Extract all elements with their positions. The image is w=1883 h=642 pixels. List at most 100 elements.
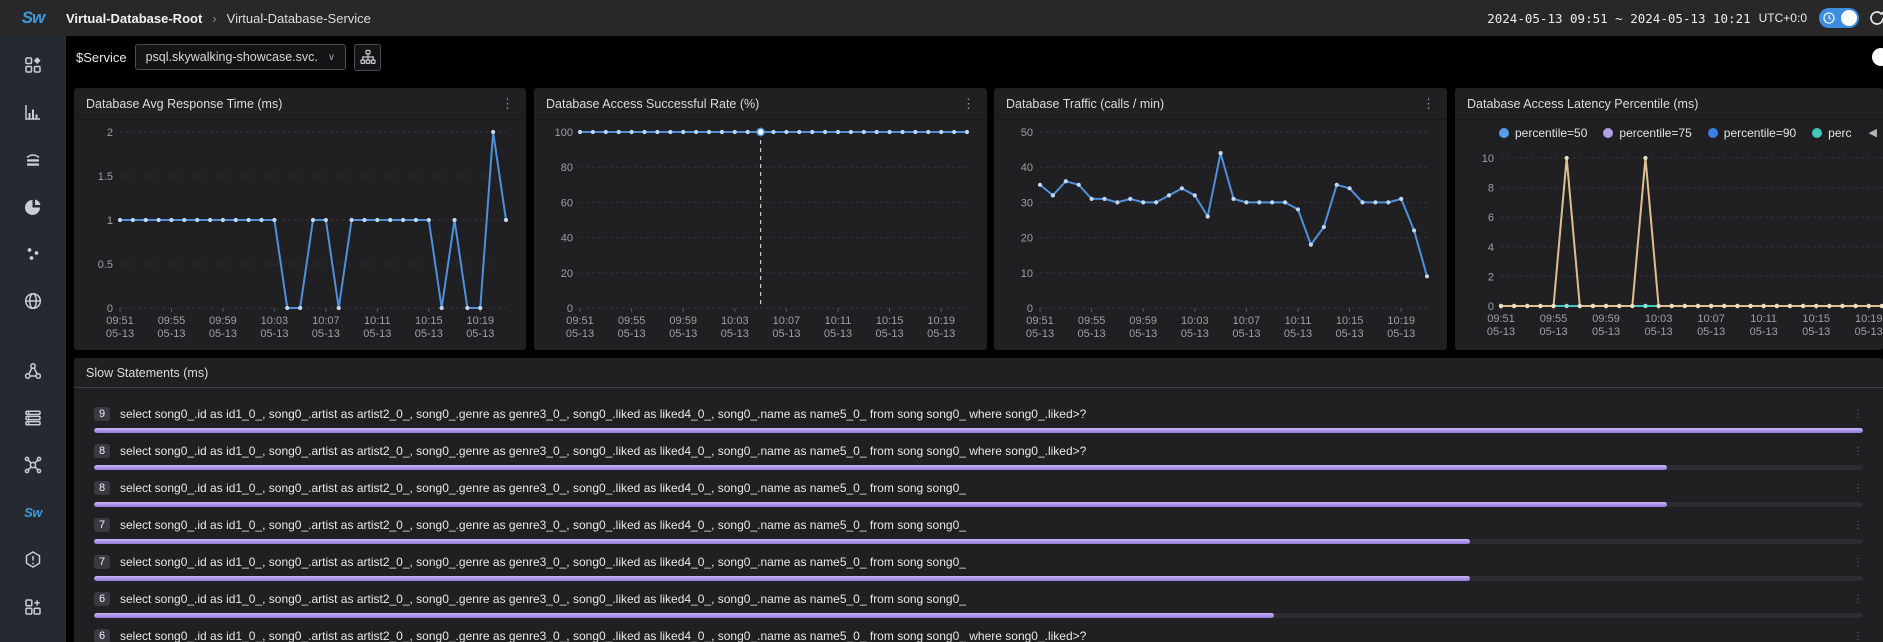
svg-text:09:51: 09:51 [1026,315,1054,327]
svg-text:60: 60 [561,197,573,209]
sidebar-item-skywalking-logo[interactable]: Sw [18,500,48,525]
sidebar-item-pie-chart[interactable] [18,194,48,219]
svg-text:05-13: 05-13 [1026,328,1054,340]
svg-text:09:51: 09:51 [1487,313,1515,325]
svg-text:50: 50 [1021,127,1033,139]
pie-chart-icon [23,197,43,217]
breadcrumb-current[interactable]: Virtual-Database-Service [227,11,371,26]
sidebar-item-mesh[interactable] [18,453,48,478]
slow-statement-bar-track [94,576,1863,581]
success-rate-chart[interactable]: 02040608010009:5105-1309:5505-1309:5905-… [542,120,979,344]
row-menu-icon[interactable]: ⋮ [1853,557,1863,568]
row-menu-icon[interactable]: ⋮ [1853,631,1863,642]
svg-text:05-13: 05-13 [669,328,697,340]
breadcrumb-root[interactable]: Virtual-Database-Root [66,11,202,26]
svg-text:05-13: 05-13 [1284,328,1312,340]
row-menu-icon[interactable]: ⋮ [1853,446,1863,457]
sidebar-item-alarm[interactable] [18,547,48,572]
svg-text:09:59: 09:59 [1129,315,1157,327]
slow-statements-title: Slow Statements (ms) [86,366,208,380]
svg-text:1: 1 [107,215,113,227]
legend-label: percentile=75 [1619,126,1691,140]
topology-icon [23,361,43,381]
traffic-chart[interactable]: 0102030405009:5105-1309:5505-1309:5905-1… [1002,120,1439,344]
sidebar: Sw [0,36,66,642]
slow-statement-value-badge: 7 [94,555,110,569]
slow-statement-bar-fill [94,576,1470,581]
svg-text:05-13: 05-13 [260,328,288,340]
legend-item-percentile=90[interactable]: percentile=90 [1708,126,1796,140]
avg-response-time-chart[interactable]: 00.511.5209:5105-1309:5505-1309:5905-131… [82,120,518,344]
legend-item-percentile=75[interactable]: percentile=75 [1603,126,1691,140]
svg-text:05-13: 05-13 [1078,328,1106,340]
mesh-icon [23,455,43,475]
sidebar-item-scatter[interactable] [18,241,48,266]
panel-header: Database Access Latency Percentile (ms) [1455,88,1883,120]
sidebar-item-layers[interactable] [18,147,48,172]
edit-toggle-knob[interactable] [1872,48,1883,66]
skywalking-logo-icon[interactable]: Sw [0,8,66,28]
scatter-icon [23,244,43,264]
svg-text:2: 2 [107,127,113,139]
row-menu-icon[interactable]: ⋮ [1853,409,1863,420]
panel-title: Database Avg Response Time (ms) [86,97,282,111]
svg-text:05-13: 05-13 [1697,326,1725,338]
svg-text:10:03: 10:03 [261,315,289,327]
legend-item-perc[interactable]: perc [1812,126,1851,140]
svg-text:09:55: 09:55 [618,315,646,327]
panel-menu-icon[interactable]: ⋮ [962,97,975,110]
legend-item-percentile=50[interactable]: percentile=50 [1499,126,1587,140]
slow-statement-row[interactable]: 8select song0_.id as id1_0_, song0_.arti… [94,480,1863,507]
svg-text:05-13: 05-13 [1129,328,1157,340]
svg-text:0: 0 [567,303,573,315]
slow-statement-bar-track [94,428,1863,433]
time-range-picker[interactable]: 2024-05-13 09:51 ~ 2024-05-13 10:21 [1487,11,1750,26]
svg-text:05-13: 05-13 [1645,326,1673,338]
sidebar-item-bar-chart[interactable] [18,99,48,124]
slow-statement-row[interactable]: 6select song0_.id as id1_0_, song0_.arti… [94,591,1863,618]
sidebar-item-marketplace[interactable] [18,52,48,77]
svg-text:10:07: 10:07 [1697,313,1725,325]
slow-statement-row[interactable]: 7select song0_.id as id1_0_, song0_.arti… [94,517,1863,544]
sidebar-item-topology[interactable] [18,358,48,383]
slow-statement-row[interactable]: 9select song0_.id as id1_0_, song0_.arti… [94,406,1863,433]
legend-scroll-left-icon[interactable]: ◀ [1863,126,1877,139]
slow-statement-sql: select song0_.id as id1_0_, song0_.artis… [120,444,1086,458]
legend-label: percentile=50 [1515,126,1587,140]
service-select-value: psql.skywalking-showcase.svc. [146,50,318,64]
service-topology-button[interactable] [354,44,381,71]
svg-text:05-13: 05-13 [1539,326,1567,338]
sidebar-item-widgets[interactable] [18,595,48,620]
legend-label: percentile=90 [1724,126,1796,140]
panel-menu-icon[interactable]: ⋮ [501,97,514,110]
row-menu-icon[interactable]: ⋮ [1853,483,1863,494]
row-menu-icon[interactable]: ⋮ [1853,520,1863,531]
svg-text:0: 0 [1027,303,1033,315]
slow-statement-row[interactable]: 6select song0_.id as id1_0_, song0_.arti… [94,628,1863,642]
svg-text:10: 10 [1021,268,1033,280]
refresh-icon[interactable] [1867,8,1883,28]
slow-statement-value-badge: 8 [94,444,110,458]
slow-statement-line: 6select song0_.id as id1_0_, song0_.arti… [94,591,1863,607]
sidebar-item-server-list[interactable] [18,405,48,430]
service-select[interactable]: psql.skywalking-showcase.svc. ∨ [135,44,347,70]
service-label: $Service [76,50,127,65]
svg-text:10:07: 10:07 [312,315,340,327]
slow-statements-list: 9select song0_.id as id1_0_, song0_.arti… [74,388,1883,642]
panel-avg-response-time: Database Avg Response Time (ms) ⋮ 00.511… [74,88,526,350]
toggle-knob [1841,10,1857,26]
slow-statement-row[interactable]: 7select song0_.id as id1_0_, song0_.arti… [94,554,1863,581]
svg-text:10:03: 10:03 [1181,315,1209,327]
slow-statement-row[interactable]: 8 select song0_.id as id1_0_, song0_.arti… [94,443,1863,470]
sidebar-item-globe[interactable] [18,289,48,314]
svg-text:10:15: 10:15 [1336,315,1364,327]
latency-percentile-chart[interactable]: 024681009:5105-1309:5505-1309:5905-1310:… [1463,146,1883,342]
panel-menu-icon[interactable]: ⋮ [1422,97,1435,110]
slow-statement-bar-track [94,502,1863,507]
svg-text:10:11: 10:11 [1285,315,1312,327]
time-auto-toggle[interactable] [1819,8,1859,28]
legend-dot-icon [1812,128,1822,138]
panel-latency-percentile: Database Access Latency Percentile (ms) … [1455,88,1883,350]
row-menu-icon[interactable]: ⋮ [1853,594,1863,605]
marketplace-icon [23,55,43,75]
